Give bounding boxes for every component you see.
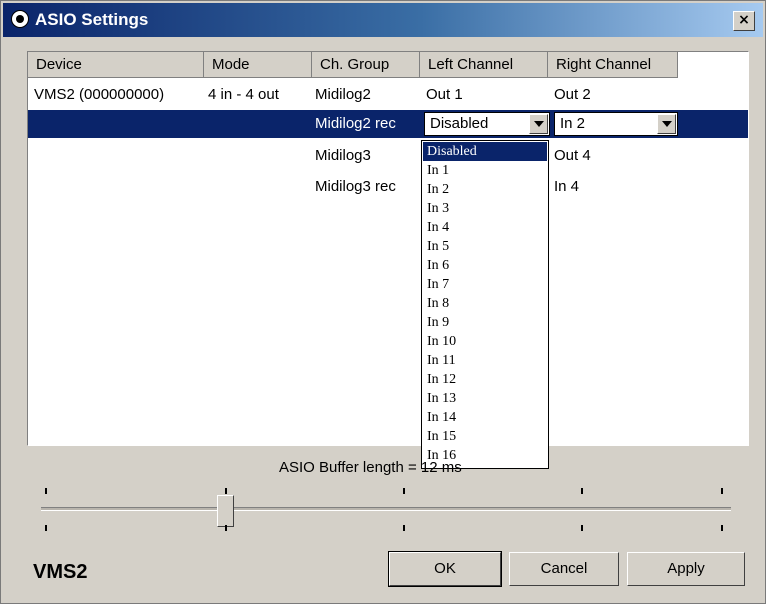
- column-header-device[interactable]: Device: [28, 52, 204, 78]
- channel-list[interactable]: Device Mode Ch. Group Left Channel Right…: [27, 51, 749, 446]
- buffer-slider-track[interactable]: [41, 507, 731, 511]
- dropdown-option[interactable]: In 1: [423, 161, 547, 180]
- chevron-down-icon[interactable]: [657, 114, 676, 134]
- slider-tick: [581, 525, 583, 531]
- chevron-down-icon[interactable]: [529, 114, 548, 134]
- slider-tick: [45, 488, 47, 494]
- dropdown-option[interactable]: In 9: [423, 313, 547, 332]
- dropdown-option[interactable]: In 2: [423, 180, 547, 199]
- dropdown-option[interactable]: In 6: [423, 256, 547, 275]
- dropdown-option[interactable]: In 15: [423, 427, 547, 446]
- apply-button[interactable]: Apply: [627, 552, 745, 586]
- slider-tick: [721, 488, 723, 494]
- right-channel-select[interactable]: In 2: [554, 112, 678, 136]
- slider-tick: [225, 488, 227, 494]
- buffer-length-label: ASIO Buffer length = 12 ms: [279, 459, 462, 476]
- column-header-ch-group[interactable]: Ch. Group: [312, 52, 420, 78]
- left-channel-dropdown-list[interactable]: Disabled In 1 In 2 In 3 In 4 In 5 In 6 I…: [421, 140, 549, 469]
- dropdown-option[interactable]: In 11: [423, 351, 547, 370]
- slider-tick: [225, 525, 227, 531]
- slider-tick: [403, 488, 405, 494]
- row-2-right[interactable]: Out 4: [554, 146, 591, 166]
- column-header-mode[interactable]: Mode: [204, 52, 312, 78]
- dropdown-option[interactable]: In 14: [423, 408, 547, 427]
- right-channel-value: In 2: [560, 115, 586, 132]
- ok-button[interactable]: OK: [388, 551, 502, 587]
- cancel-button[interactable]: Cancel: [509, 552, 619, 586]
- asio-settings-window: ASIO Settings × Device Mode Ch. Group Le…: [0, 0, 766, 604]
- buffer-length-value: = 12 ms: [407, 459, 462, 476]
- slider-tick: [581, 488, 583, 494]
- dropdown-option[interactable]: In 3: [423, 199, 547, 218]
- dropdown-option[interactable]: In 7: [423, 275, 547, 294]
- dropdown-option[interactable]: In 4: [423, 218, 547, 237]
- row-0-left[interactable]: Out 1: [426, 85, 463, 105]
- dropdown-option-disabled[interactable]: Disabled: [423, 142, 547, 161]
- buffer-slider-thumb[interactable]: [217, 495, 234, 527]
- row-0-right[interactable]: Out 2: [554, 85, 591, 105]
- table-row-selected[interactable]: Midilog2 rec Disabled In 2: [28, 110, 748, 138]
- slider-tick: [721, 525, 723, 531]
- dropdown-option[interactable]: In 13: [423, 389, 547, 408]
- row-3-group[interactable]: Midilog3 rec: [315, 177, 396, 197]
- window-title: ASIO Settings: [35, 10, 149, 29]
- close-button[interactable]: ×: [733, 11, 755, 31]
- dropdown-option[interactable]: In 12: [423, 370, 547, 389]
- row-3-right[interactable]: In 4: [554, 177, 579, 197]
- dropdown-option[interactable]: In 5: [423, 237, 547, 256]
- asio-app-icon: [11, 10, 29, 28]
- row-0-device[interactable]: VMS2 (000000000): [34, 85, 164, 105]
- slider-tick: [403, 525, 405, 531]
- left-channel-select[interactable]: Disabled: [424, 112, 550, 136]
- buffer-length-text: ASIO Buffer length: [279, 459, 404, 476]
- column-header-right-channel[interactable]: Right Channel: [548, 52, 678, 78]
- row-2-group[interactable]: Midilog3: [315, 146, 371, 166]
- row-0-group[interactable]: Midilog2: [315, 85, 371, 105]
- dropdown-option[interactable]: In 10: [423, 332, 547, 351]
- brand-label: VMS2: [33, 561, 88, 583]
- row-1-group[interactable]: Midilog2 rec: [315, 114, 396, 134]
- left-channel-value: Disabled: [430, 115, 489, 132]
- row-0-mode[interactable]: 4 in - 4 out: [208, 85, 279, 105]
- column-header-left-channel[interactable]: Left Channel: [420, 52, 548, 78]
- title-bar: ASIO Settings ×: [3, 3, 763, 37]
- dropdown-option[interactable]: In 8: [423, 294, 547, 313]
- slider-tick: [45, 525, 47, 531]
